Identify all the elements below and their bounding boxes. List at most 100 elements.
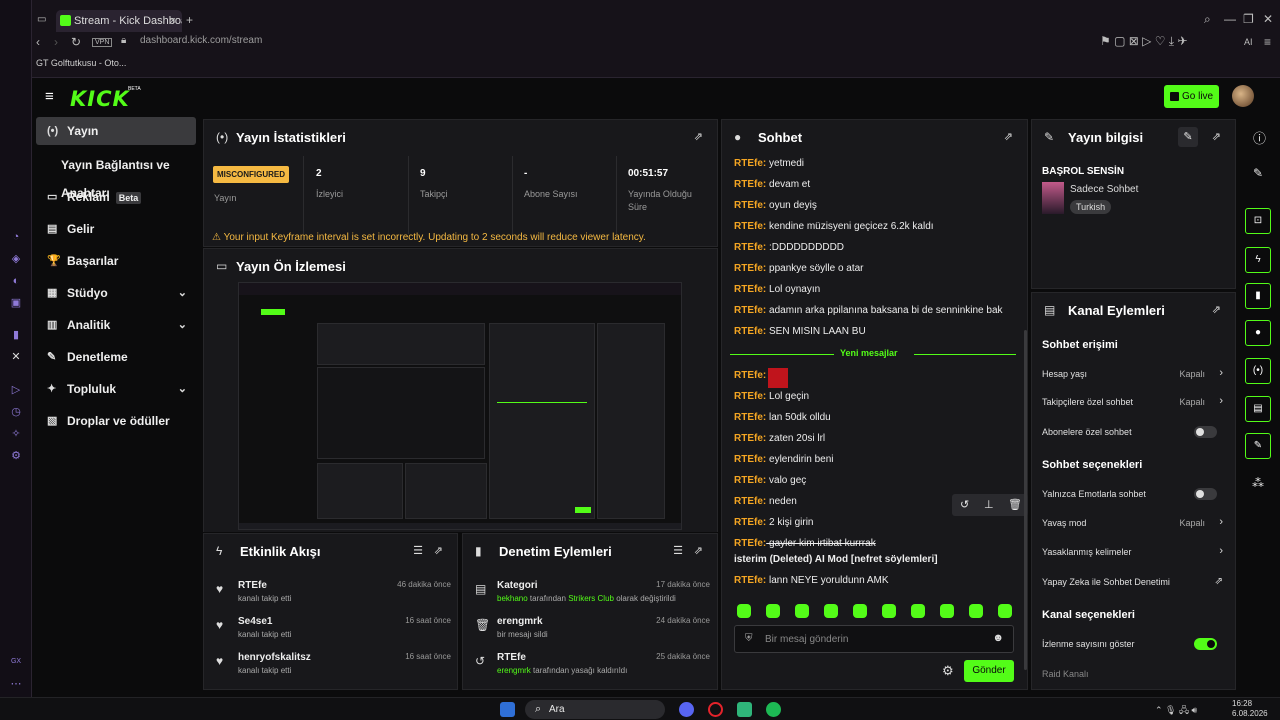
emote-icon[interactable] (940, 604, 954, 618)
more-icon[interactable]: ⁂ (1252, 476, 1264, 490)
opera-gx-icon[interactable] (708, 702, 723, 717)
popout-icon[interactable]: ⇗ (434, 544, 443, 557)
menu-icon[interactable]: ≡ (1264, 35, 1271, 49)
setting-followers-only[interactable]: Takipçilere özel sohbet (1042, 397, 1133, 407)
vpn-badge[interactable]: VPN (92, 38, 113, 47)
chat-username[interactable]: RTEfe: (734, 305, 766, 316)
address-bar[interactable]: dashboard.kick.com/stream (140, 35, 1120, 49)
chat-username[interactable]: RTEfe: (734, 391, 766, 402)
info-icon[interactable]: ⓘ (1253, 128, 1266, 147)
back-icon[interactable]: ‹ (36, 35, 40, 49)
sidebar-item-community[interactable]: ✦ Topluluk ⌄ (36, 375, 196, 403)
popout-icon[interactable]: ⇗ (694, 544, 703, 557)
undo-icon[interactable]: ↺ (960, 498, 969, 511)
clock-time[interactable]: 16:28 (1232, 699, 1252, 708)
emote-icon[interactable] (766, 604, 780, 618)
chat-username[interactable]: RTEfe: (734, 575, 766, 586)
setting-ai-moderation[interactable]: Yapay Zeka ile Sohbet Denetimi (1042, 577, 1170, 587)
emote-icon[interactable] (853, 604, 867, 618)
emote-icon[interactable] (824, 604, 838, 618)
hamburger-icon[interactable]: ≡ (45, 88, 54, 105)
sidebar-item-achievements[interactable]: 🏆 Başarılar (36, 247, 196, 275)
clock-date[interactable]: 6.08.2026 (1232, 709, 1268, 718)
forward-icon[interactable]: › (54, 35, 58, 49)
tab-menu-icon[interactable]: ▭ (37, 14, 46, 25)
popout-icon[interactable]: ⇗ (1004, 130, 1013, 143)
windows-start-icon[interactable] (500, 702, 515, 717)
emote-icon[interactable] (969, 604, 983, 618)
chat-username[interactable]: RTEfe: (734, 200, 766, 211)
app-icon[interactable] (737, 702, 752, 717)
setting-account-age[interactable]: Hesap yaşı (1042, 369, 1087, 379)
sidebar-item-stream[interactable]: (•) Yayın (36, 117, 196, 145)
lightning-icon[interactable]: ϟ (1245, 247, 1271, 273)
chat-username[interactable]: RTEfe: (734, 242, 766, 253)
minimize-icon[interactable]: — (1224, 12, 1236, 26)
show-viewcount-toggle[interactable] (1194, 638, 1217, 650)
edit-icon[interactable]: ✎ (1178, 127, 1198, 147)
sidebar-item-studio[interactable]: ▦ Stüdyo ⌄ (36, 279, 196, 307)
send-button[interactable]: Gönder (964, 660, 1014, 682)
rail-icon-1[interactable]: ◔ (9, 230, 23, 244)
setting-raid-channel[interactable]: Raid Kanalı (1042, 669, 1089, 679)
filter-icon[interactable]: ☰ (673, 544, 683, 557)
chat-username[interactable]: RTEfe: (734, 517, 766, 528)
chat-username[interactable]: RTEfe: (734, 433, 766, 444)
emote-icon[interactable] (911, 604, 925, 618)
popout-icon[interactable]: ⇗ (1212, 303, 1221, 316)
emoji-icon[interactable]: ☻ (992, 632, 1004, 644)
sidebar-item-moderation[interactable]: ✎ Denetleme (36, 343, 196, 371)
channel-icon[interactable]: ▤ (1245, 396, 1271, 422)
chevron-right-icon[interactable]: › (1219, 516, 1223, 528)
chat-username[interactable]: RTEfe: (734, 263, 766, 274)
trash-icon[interactable]: 🗑︎ (1008, 498, 1022, 511)
x-icon[interactable]: ✕ (9, 350, 23, 364)
chat-username[interactable]: RTEfe: (734, 326, 766, 337)
chevron-right-icon[interactable]: › (1219, 395, 1223, 407)
chat-username[interactable]: RTEfe: (734, 412, 766, 423)
popout-icon[interactable]: ⇗ (694, 130, 703, 143)
chat-scrollbar[interactable] (1024, 330, 1027, 670)
stream-preview-video[interactable] (238, 282, 682, 530)
toolbar-icons[interactable]: ⚑ ▢ ⊠ ▷ ♡ ⤓ ✈ (1100, 34, 1188, 49)
reload-icon[interactable]: ↻ (71, 35, 81, 49)
chat-username[interactable]: RTEfe: (734, 538, 766, 549)
discord-icon[interactable] (679, 702, 694, 717)
twitch-icon[interactable]: ▮ (9, 328, 23, 342)
chat-username[interactable]: RTEfe: (734, 454, 766, 465)
chat-input[interactable]: ⛨ Bir mesaj gönderin ☻ (734, 625, 1014, 653)
sidebar-item-drops[interactable]: ▧ Droplar ve ödüller (36, 407, 196, 435)
extensions-icon[interactable]: ✧ (9, 427, 23, 441)
chat-username[interactable]: RTEfe: (734, 179, 766, 190)
emote-only-toggle[interactable] (1194, 488, 1217, 500)
avatar[interactable] (1232, 85, 1254, 107)
chevron-right-icon[interactable]: › (1219, 367, 1223, 379)
tab-close-icon[interactable]: × (170, 10, 176, 32)
ai-button[interactable]: AI (1244, 37, 1253, 47)
feed-title[interactable]: RTEfe (238, 580, 267, 591)
chevron-right-icon[interactable]: › (1219, 545, 1223, 557)
emote-icon[interactable] (882, 604, 896, 618)
external-link-icon[interactable]: ⇗ (1215, 576, 1223, 587)
bookmark-item[interactable]: GT Golftutkusu - Oto... (36, 58, 126, 68)
setting-slow-mode[interactable]: Yavaş mod (1042, 518, 1086, 528)
kick-logo[interactable]: KICK (70, 87, 130, 111)
feed-title[interactable]: henryofskalitsz (238, 652, 311, 663)
filter-icon[interactable]: ☰ (413, 544, 423, 557)
chat-username[interactable]: RTEfe: (734, 158, 766, 169)
setting-banned-words[interactable]: Yasaklanmış kelimeler (1042, 547, 1131, 557)
sidebar-item-revenue[interactable]: ▤ Gelir (36, 215, 196, 243)
pin-icon[interactable]: ⊥ (984, 498, 994, 511)
sidebar-item-ads[interactable]: ▭ Reklam Beta (36, 183, 196, 211)
clip-icon[interactable]: ⊡ (1245, 208, 1271, 234)
chat-username[interactable]: RTEfe: (734, 221, 766, 232)
emote-icon[interactable] (795, 604, 809, 618)
chat-bubble-icon[interactable]: ● (1245, 320, 1271, 346)
more-icon[interactable]: ⋯ (9, 677, 23, 691)
subscribers-only-toggle[interactable] (1194, 426, 1217, 438)
chat-username[interactable]: RTEfe: (734, 496, 766, 507)
sidebar-item-stream-key[interactable]: Yayın Bağlantısı ve Anahtarı (36, 151, 206, 200)
search-tabs-icon[interactable]: ⌕ (1204, 12, 1211, 27)
rail-icon-3[interactable]: ◐ (9, 274, 23, 288)
go-live-button[interactable]: Go live (1164, 85, 1219, 108)
